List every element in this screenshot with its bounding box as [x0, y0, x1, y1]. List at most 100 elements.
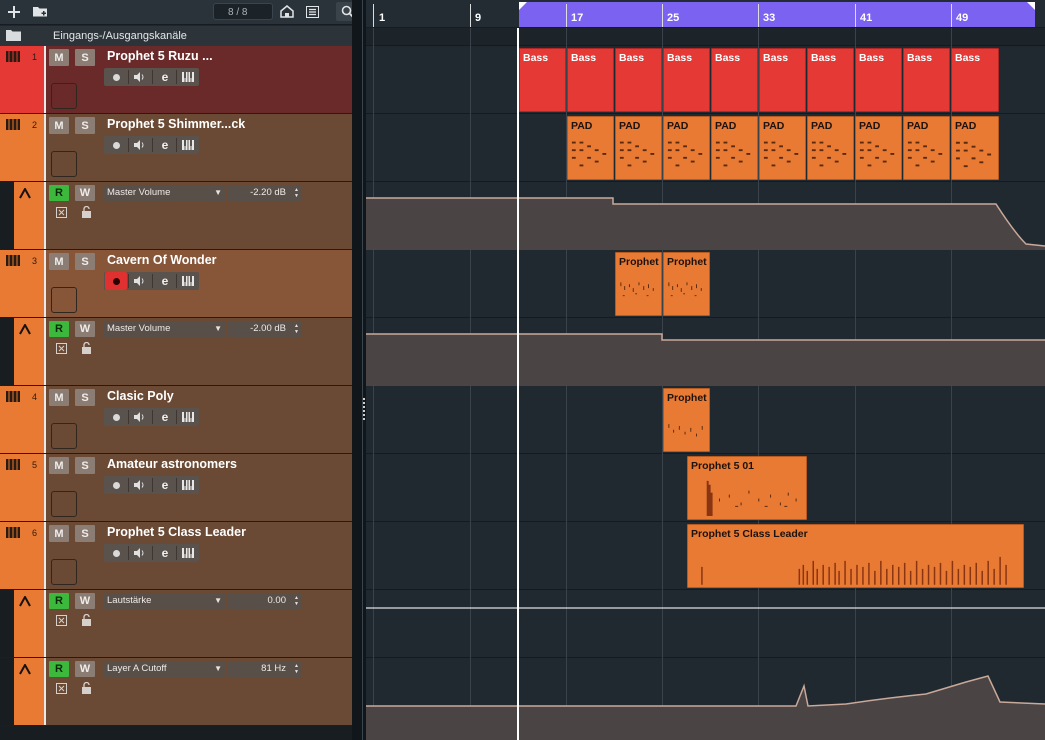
automation-curve-master-volume-1[interactable]: [366, 182, 1045, 250]
automation-parameter-select[interactable]: Master Volume ▼: [103, 321, 226, 337]
left-locator-icon[interactable]: [519, 2, 527, 10]
automation-value-field[interactable]: -2.20 dB ▲ ▼: [228, 185, 302, 201]
write-automation-button[interactable]: W: [75, 593, 95, 609]
midi-part[interactable]: Prophet 5 01: [687, 456, 807, 520]
instrument-track-1[interactable]: 1 M S Prophet 5 Ruzu ... e: [0, 46, 352, 114]
midi-part[interactable]: PAD: [615, 116, 662, 180]
edit-instrument-button[interactable]: e: [154, 476, 176, 494]
record-enable-button[interactable]: [105, 544, 127, 562]
instrument-track-2[interactable]: 2 M S Prophet 5 Shimmer...ck e: [0, 114, 352, 182]
mute-button[interactable]: M: [49, 525, 69, 542]
midi-part[interactable]: Bass: [711, 48, 758, 112]
lock-button[interactable]: [78, 205, 94, 219]
track-folder-toggle[interactable]: [51, 423, 77, 449]
folder-track[interactable]: Eingangs-/Ausgangskanäle: [0, 26, 352, 47]
instrument-keys-button[interactable]: [177, 408, 199, 426]
automation-curve-master-volume-2[interactable]: [366, 318, 1045, 386]
edit-instrument-button[interactable]: e: [154, 272, 176, 290]
lock-button[interactable]: [78, 613, 94, 627]
mute-button[interactable]: M: [49, 389, 69, 406]
project-cursor[interactable]: [517, 28, 519, 740]
instrument-keys-button[interactable]: [177, 476, 199, 494]
automation-value-field[interactable]: 0.00 ▲ ▼: [228, 593, 302, 609]
solo-button[interactable]: S: [75, 389, 95, 406]
record-enable-button[interactable]: [105, 408, 127, 426]
read-automation-button[interactable]: R: [49, 321, 69, 337]
midi-part[interactable]: PAD: [855, 116, 902, 180]
automation-track-layer-a-cutoff[interactable]: R W Layer A Cutoff ▼ 81 Hz ▲ ▼: [0, 658, 352, 726]
folder-lane[interactable]: [366, 28, 1045, 46]
midi-part[interactable]: Bass: [615, 48, 662, 112]
record-enable-button[interactable]: [105, 476, 127, 494]
instrument-track-4[interactable]: 4 M S Clasic Poly e: [0, 386, 352, 454]
mute-automation-button[interactable]: [53, 341, 69, 355]
midi-part[interactable]: Prophet: [615, 252, 662, 316]
read-automation-button[interactable]: R: [49, 593, 69, 609]
midi-part[interactable]: Prophet 5 Class Leader: [687, 524, 1024, 588]
monitor-button[interactable]: [129, 136, 151, 154]
automation-track-master-volume-2[interactable]: R W Master Volume ▼ -2.00 dB ▲ ▼: [0, 318, 352, 386]
mute-automation-button[interactable]: [53, 613, 69, 627]
automation-parameter-select[interactable]: Lautstärke ▼: [103, 593, 226, 609]
monitor-button[interactable]: [129, 544, 151, 562]
automation-parameter-select[interactable]: Layer A Cutoff ▼: [103, 661, 226, 677]
solo-button[interactable]: S: [75, 117, 95, 134]
solo-button[interactable]: S: [75, 525, 95, 542]
midi-part[interactable]: Bass: [519, 48, 566, 112]
mute-automation-button[interactable]: [53, 681, 69, 695]
record-enable-button[interactable]: [105, 272, 127, 290]
monitor-button[interactable]: [129, 272, 151, 290]
midi-part[interactable]: Prophet: [663, 252, 710, 316]
drag-handle-icon[interactable]: [363, 398, 365, 420]
midi-part[interactable]: PAD: [807, 116, 854, 180]
visibility-agent-button[interactable]: [278, 2, 296, 21]
write-automation-button[interactable]: W: [75, 661, 95, 677]
automation-value-field[interactable]: 81 Hz ▲ ▼: [228, 661, 302, 677]
edit-instrument-button[interactable]: e: [154, 544, 176, 562]
write-automation-button[interactable]: W: [75, 185, 95, 201]
track-folder-toggle[interactable]: [51, 151, 77, 177]
solo-button[interactable]: S: [75, 253, 95, 270]
track-folder-toggle[interactable]: [51, 83, 77, 109]
read-automation-button[interactable]: R: [49, 185, 69, 201]
automation-curve-volume[interactable]: [366, 590, 1045, 658]
instrument-keys-button[interactable]: [177, 272, 199, 290]
record-enable-button[interactable]: [105, 136, 127, 154]
instrument-track-6[interactable]: 6 M S Prophet 5 Class Leader e: [0, 522, 352, 590]
automation-track-master-volume-1[interactable]: R W Master Volume ▼ -2.20 dB ▲ ▼: [0, 182, 352, 250]
timeline-ruler[interactable]: 1 9 17 25 33 41 49: [366, 0, 1045, 28]
midi-part[interactable]: PAD: [903, 116, 950, 180]
midi-part[interactable]: PAD: [567, 116, 614, 180]
midi-part[interactable]: PAD: [759, 116, 806, 180]
midi-part[interactable]: Bass: [951, 48, 999, 112]
mute-button[interactable]: M: [49, 117, 69, 134]
lock-button[interactable]: [78, 681, 94, 695]
instrument-keys-button[interactable]: [177, 544, 199, 562]
midi-part[interactable]: Bass: [903, 48, 950, 112]
monitor-button[interactable]: [129, 408, 151, 426]
midi-part[interactable]: Bass: [759, 48, 806, 112]
track-list-splitter[interactable]: [352, 0, 366, 740]
add-track-button[interactable]: [5, 2, 23, 21]
right-locator-icon[interactable]: [1027, 2, 1035, 10]
instrument-track-3[interactable]: 3 M S Cavern Of Wonder e: [0, 250, 352, 318]
solo-button[interactable]: S: [75, 457, 95, 474]
midi-part[interactable]: Bass: [855, 48, 902, 112]
track-folder-toggle[interactable]: [51, 559, 77, 585]
automation-value-field[interactable]: -2.00 dB ▲ ▼: [228, 321, 302, 337]
instrument-keys-button[interactable]: [177, 68, 199, 86]
automation-track-volume[interactable]: R W Lautstärke ▼ 0.00 ▲ ▼: [0, 590, 352, 658]
edit-instrument-button[interactable]: e: [154, 68, 176, 86]
monitor-button[interactable]: [129, 68, 151, 86]
lock-button[interactable]: [78, 341, 94, 355]
edit-instrument-button[interactable]: e: [154, 136, 176, 154]
mute-button[interactable]: M: [49, 49, 69, 66]
instrument-track-5[interactable]: 5 M S Amateur astronomers e: [0, 454, 352, 522]
add-track-from-preset-button[interactable]: [30, 2, 50, 21]
instrument-keys-button[interactable]: [177, 136, 199, 154]
read-automation-button[interactable]: R: [49, 661, 69, 677]
edit-instrument-button[interactable]: e: [154, 408, 176, 426]
automation-curve-layer-a-cutoff[interactable]: [366, 658, 1045, 740]
mute-automation-button[interactable]: [53, 205, 69, 219]
write-automation-button[interactable]: W: [75, 321, 95, 337]
